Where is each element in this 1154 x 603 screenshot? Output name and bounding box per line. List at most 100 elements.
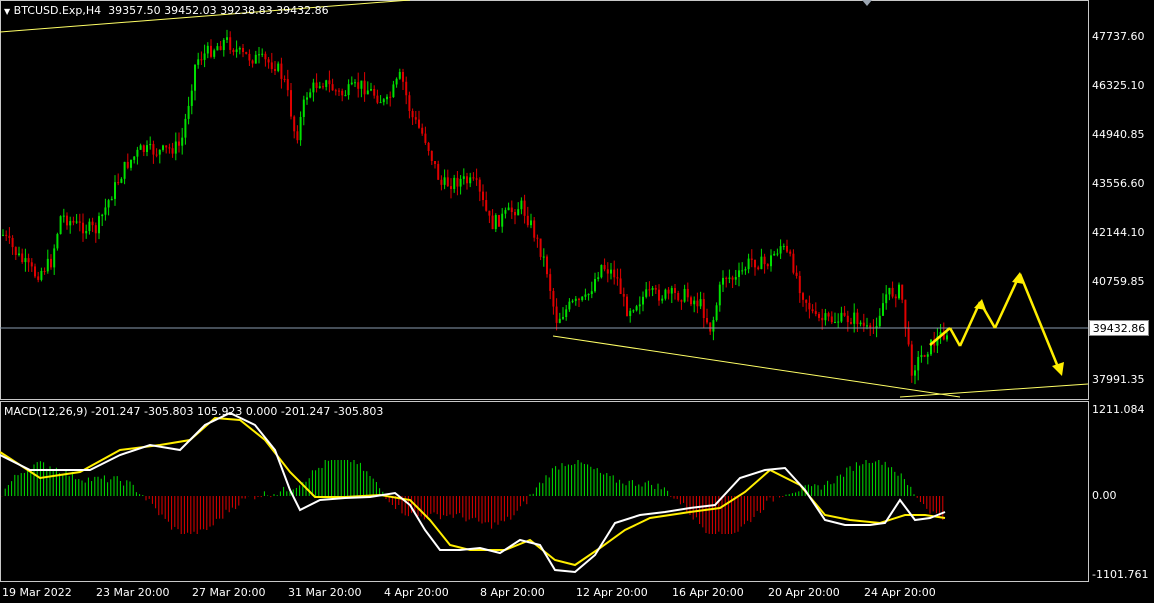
candle-body [11,237,14,248]
candle-body [632,310,635,312]
candle-body [805,299,808,303]
candle-body [677,292,680,301]
candle-body [187,105,190,119]
candle-body [910,344,913,376]
candle-body [606,269,609,274]
candle-body [450,186,452,190]
candle-body [702,299,705,319]
candle-body [738,270,740,278]
candle-body [750,258,753,260]
candle-body [424,133,427,143]
candle-body [373,89,376,96]
candle-body [318,86,321,88]
time-axis-label: 23 Mar 20:00 [96,586,170,599]
candle-body [85,231,88,234]
candle-body [814,311,817,315]
candle-body [629,310,632,317]
candle-body [248,53,251,61]
candle-body [507,207,510,211]
candle-body [683,288,686,302]
candle-body [350,82,353,85]
candle-body [840,312,843,322]
candle-body [226,37,228,40]
candle-body [635,306,638,311]
candle-body [904,299,907,328]
candle-body [626,296,628,317]
candle-body [686,288,689,298]
candle-body [363,80,366,95]
candle-body [674,288,676,293]
candle-body [130,159,132,168]
candle-body [587,294,590,296]
time-axis-label: 4 Apr 20:00 [384,586,449,599]
candle-body [520,200,523,210]
candle-body [408,95,411,112]
candle-body [459,178,462,187]
candle-body [744,269,747,271]
candle-body [536,237,539,239]
candle-body [834,322,836,324]
candle-body [664,289,667,299]
candle-body [574,298,577,301]
candle-body [290,90,292,117]
candle-body [885,294,888,304]
candle-body [30,262,33,267]
candle-body [581,296,584,301]
candle-body [501,213,504,227]
candle-body [142,145,145,153]
time-axis-label: 20 Apr 20:00 [768,586,840,599]
candle-body [546,256,548,275]
candle-body [648,289,651,291]
candle-body [242,47,244,53]
candle-body [482,191,484,201]
candle-body [734,277,737,280]
candle-body [344,95,347,97]
candle-body [194,64,196,91]
candle-body [264,53,267,60]
candle-body [731,277,734,280]
arrowhead-icon [1052,362,1064,376]
candle-body [312,82,315,93]
candle-body [946,335,948,340]
candle-body [712,320,715,332]
price-axis-label: 37991.35 [1092,373,1145,386]
chart-canvas[interactable] [0,0,1154,603]
candle-body [917,356,920,371]
time-axis-label: 8 Apr 20:00 [480,586,545,599]
price-axis-label: 46325.10 [1092,79,1145,92]
candle-body [152,144,155,155]
candle-body [478,179,481,192]
candle-body [878,315,881,327]
candle-body [837,321,840,323]
candle-body [827,313,830,317]
current-price-tag: 39432.86 [1089,320,1149,336]
candle-body [824,313,827,321]
candle-body [568,301,571,310]
candle-body [78,221,81,223]
candle-body [469,177,472,184]
candle-body [82,222,84,234]
candle-body [859,322,862,325]
candle-body [619,278,622,294]
candle-body [235,49,238,53]
triangle-down-icon[interactable]: ▼ [4,7,10,16]
candle-body [725,277,728,279]
candle-body [926,354,929,357]
candle-body [293,116,296,132]
candle-body [37,276,40,280]
candle-body [238,47,241,50]
candle-body [722,277,724,285]
candle-body [578,298,580,301]
candle-body [418,119,420,128]
candle-body [334,90,337,92]
candle-body [56,234,59,249]
price-axis-label: 40759.85 [1092,275,1145,288]
candle-body [34,266,36,277]
candle-body [104,207,107,215]
candle-body [562,317,564,319]
candle-body [498,215,500,227]
candle-body [210,45,212,57]
candle-body [798,275,801,294]
signal-line [0,416,946,567]
candle-body [930,339,932,355]
